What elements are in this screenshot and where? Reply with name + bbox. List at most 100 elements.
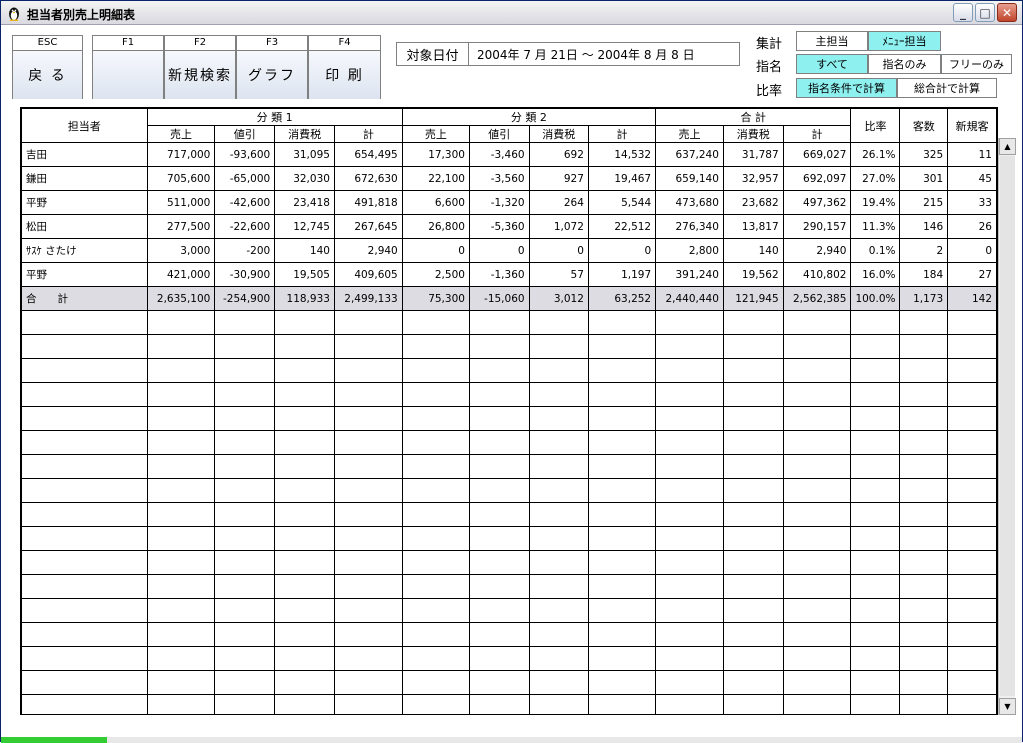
- table-row[interactable]: ｻｽｹ さたけ 3,000 -200 140 2,940 0 0 0 0 2,800 140 2,94…: [21, 238, 997, 263]
- empty-cell: [146, 622, 216, 647]
- empty-cell: [333, 358, 403, 383]
- fkey-f2-new-search-button[interactable]: F2 新規検索: [164, 35, 236, 99]
- date-value[interactable]: 2004年 7 月 21日 ～ 2004年 8 月 8 日: [469, 43, 739, 65]
- empty-cell: [146, 694, 216, 714]
- maximize-button[interactable]: □: [975, 3, 995, 22]
- empty-row[interactable]: [21, 454, 997, 479]
- window-title: 担当者別売上明細表: [27, 8, 136, 22]
- nominate-label: 指名: [756, 60, 783, 75]
- empty-row[interactable]: [21, 646, 997, 671]
- empty-row[interactable]: [21, 502, 997, 527]
- value-cell: 267,645: [333, 214, 403, 239]
- scroll-up-arrow-icon[interactable]: ▲: [999, 138, 1016, 155]
- nominate-only-option[interactable]: 指名のみ: [868, 54, 941, 74]
- table-row[interactable]: 松田 277,500 -22,600 12,745 267,645 26,800 -5,36…: [21, 214, 997, 239]
- total-value-cell: 121,945: [722, 286, 784, 311]
- empty-cell: [655, 358, 724, 383]
- minimize-button[interactable]: _: [953, 3, 973, 22]
- fkey-esc-back-button[interactable]: ESC 戻 る: [12, 35, 83, 99]
- empty-row[interactable]: [21, 694, 997, 714]
- table-row[interactable]: 鎌田 705,600 -65,000 32,030 672,630 22,100 -3,56…: [21, 166, 997, 191]
- empty-row[interactable]: [21, 310, 997, 335]
- fkey-f4-print-button[interactable]: F4 印 刷: [308, 35, 381, 99]
- total-value-cell: 118,933: [274, 286, 335, 311]
- empty-cell: [722, 310, 784, 335]
- empty-row[interactable]: [21, 574, 997, 599]
- empty-cell: [782, 358, 852, 383]
- header-ratio: 比率: [850, 108, 901, 143]
- fkey-label: F4: [309, 36, 380, 51]
- empty-cell: [401, 694, 470, 714]
- value-cell: 3,000: [146, 238, 216, 263]
- value-cell: 12,745: [274, 214, 335, 239]
- empty-cell: [850, 406, 901, 431]
- empty-cell: [21, 550, 148, 575]
- nominate-free-only-option[interactable]: フリーのみ: [941, 54, 1012, 74]
- empty-cell: [850, 694, 901, 714]
- empty-cell: [722, 334, 784, 359]
- value-cell: -5,360: [468, 214, 530, 239]
- value-cell: -1,360: [468, 262, 530, 287]
- title-bar[interactable]: 担当者別売上明細表 _ □ ✕: [1, 1, 1022, 25]
- empty-cell: [401, 358, 470, 383]
- empty-cell: [850, 550, 901, 575]
- grand-total-row[interactable]: 合 計 2,635,100 -254,900 118,933 2,499,133 75,3…: [21, 286, 997, 311]
- empty-row[interactable]: [21, 478, 997, 503]
- value-cell: 692,097: [782, 166, 852, 191]
- empty-cell: [214, 598, 276, 623]
- empty-cell: [899, 550, 949, 575]
- empty-row[interactable]: [21, 358, 997, 383]
- empty-cell: [214, 334, 276, 359]
- ratio-by-grand-total-option[interactable]: 総合計で計算: [897, 78, 997, 98]
- value-cell: -200: [214, 238, 276, 263]
- empty-row[interactable]: [21, 406, 997, 431]
- empty-cell: [468, 526, 530, 551]
- table-row[interactable]: 平野 511,000 -42,600 23,418 491,818 6,600 -1,320…: [21, 190, 997, 215]
- empty-row[interactable]: [21, 430, 997, 455]
- empty-cell: [947, 550, 997, 575]
- status-bar: [1, 737, 1022, 743]
- value-cell: 45: [947, 166, 997, 191]
- empty-cell: [401, 454, 470, 479]
- scroll-down-arrow-icon[interactable]: ▼: [999, 698, 1016, 715]
- empty-cell: [21, 502, 148, 527]
- value-cell: 654,495: [333, 142, 403, 167]
- aggregate-main-staff-option[interactable]: 主担当: [796, 31, 868, 51]
- empty-cell: [146, 646, 216, 671]
- empty-cell: [722, 406, 784, 431]
- empty-row[interactable]: [21, 334, 997, 359]
- header-category2: 分 類 2: [401, 108, 657, 126]
- value-cell: 19,467: [587, 166, 657, 191]
- empty-cell: [214, 358, 276, 383]
- nominate-all-option[interactable]: すべて: [796, 54, 868, 74]
- scroll-track[interactable]: [1000, 156, 1015, 696]
- empty-row[interactable]: [21, 382, 997, 407]
- ratio-by-nominate-option[interactable]: 指名条件で計算: [796, 78, 897, 98]
- table-row[interactable]: 平野 421,000 -30,900 19,505 409,605 2,500 -1,360…: [21, 262, 997, 287]
- empty-row[interactable]: [21, 622, 997, 647]
- empty-cell: [333, 646, 403, 671]
- empty-row[interactable]: [21, 670, 997, 695]
- empty-cell: [274, 670, 335, 695]
- empty-row[interactable]: [21, 598, 997, 623]
- table-row[interactable]: 吉田 717,000 -93,600 31,095 654,495 17,300 -3,46…: [21, 142, 997, 167]
- empty-cell: [401, 406, 470, 431]
- empty-row[interactable]: [21, 526, 997, 551]
- sub-header-cell: 値引: [468, 125, 530, 143]
- sub-header-cell: 売上: [401, 125, 470, 143]
- fkey-f1-button[interactable]: F1: [92, 35, 164, 99]
- empty-cell: [899, 454, 949, 479]
- empty-cell: [333, 694, 403, 714]
- aggregate-menu-staff-option[interactable]: ﾒﾆｭｰ担当: [868, 31, 941, 51]
- value-cell: 11.3%: [850, 214, 901, 239]
- value-cell: 672,630: [333, 166, 403, 191]
- vertical-scrollbar[interactable]: ▲ ▼: [998, 138, 1016, 715]
- value-cell: 692: [528, 142, 589, 167]
- empty-cell: [214, 694, 276, 714]
- empty-cell: [655, 670, 724, 695]
- empty-row[interactable]: [21, 550, 997, 575]
- close-button[interactable]: ✕: [997, 3, 1017, 22]
- value-cell: -30,900: [214, 262, 276, 287]
- empty-cell: [722, 358, 784, 383]
- fkey-f3-graph-button[interactable]: F3 グラフ: [236, 35, 308, 99]
